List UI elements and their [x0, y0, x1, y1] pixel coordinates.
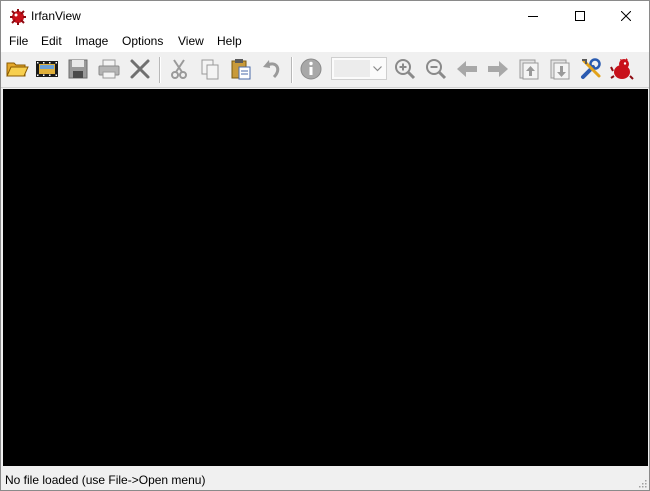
about-button[interactable] — [608, 55, 636, 83]
copy-icon — [201, 59, 219, 80]
zoom-in-icon — [395, 59, 416, 80]
open-folder-icon — [6, 62, 29, 77]
irfanview-window: IrfanView File Edit Image Options View H… — [0, 0, 650, 491]
title-bar[interactable]: IrfanView — [1, 1, 649, 31]
menu-file[interactable]: File — [9, 33, 28, 50]
floppy-disk-icon — [68, 59, 88, 79]
properties-button[interactable] — [577, 55, 605, 83]
toolbar-separator — [291, 57, 293, 83]
minimize-icon — [528, 16, 538, 17]
save-button[interactable] — [64, 55, 92, 83]
menu-edit[interactable]: Edit — [41, 33, 62, 50]
menu-bar: File Edit Image Options View Help — [1, 31, 649, 52]
toolbar — [1, 52, 649, 88]
cut-button[interactable] — [165, 55, 193, 83]
close-icon — [621, 11, 631, 21]
close-button[interactable] — [603, 1, 649, 31]
maximize-icon — [575, 11, 585, 21]
chevron-down-icon — [373, 66, 382, 72]
undo-arrow-icon — [263, 60, 280, 79]
status-text: No file loaded (use File->Open menu) — [5, 473, 206, 487]
menu-view[interactable]: View — [178, 33, 204, 50]
arrow-left-icon — [457, 61, 477, 77]
previous-button[interactable] — [453, 55, 481, 83]
arrow-right-icon — [488, 61, 508, 77]
clipboard-paste-icon — [231, 59, 251, 80]
zoom-out-icon — [426, 59, 447, 80]
printer-icon — [98, 59, 120, 79]
first-file-button[interactable] — [515, 55, 543, 83]
filmstrip-icon — [36, 61, 58, 77]
irfanview-app-icon[interactable] — [9, 8, 27, 26]
status-bar: No file loaded (use File->Open menu) — [1, 467, 649, 490]
info-button[interactable] — [297, 55, 325, 83]
menu-image[interactable]: Image — [75, 33, 108, 50]
delete-x-icon — [130, 59, 150, 79]
toolbar-separator — [159, 57, 161, 83]
open-button[interactable] — [3, 55, 31, 83]
menu-help[interactable]: Help — [217, 33, 242, 50]
last-file-button[interactable] — [546, 55, 574, 83]
info-icon — [300, 58, 322, 80]
resize-grip-icon[interactable] — [637, 478, 647, 488]
zoom-out-button[interactable] — [422, 55, 450, 83]
maximize-button[interactable] — [557, 1, 603, 31]
page-up-icon — [519, 59, 539, 80]
slideshow-button[interactable] — [33, 55, 61, 83]
irfanview-cat-icon — [610, 58, 634, 80]
page-down-icon — [550, 59, 570, 80]
paste-button[interactable] — [227, 55, 255, 83]
scissors-icon — [171, 59, 187, 79]
copy-button[interactable] — [196, 55, 224, 83]
next-button[interactable] — [484, 55, 512, 83]
minimize-button[interactable] — [510, 1, 556, 31]
image-viewport[interactable] — [3, 89, 648, 466]
zoom-combobox[interactable] — [331, 57, 387, 80]
print-button[interactable] — [95, 55, 123, 83]
delete-button[interactable] — [126, 55, 154, 83]
menu-options[interactable]: Options — [122, 33, 163, 50]
tools-icon — [581, 58, 601, 79]
window-title: IrfanView — [31, 9, 81, 23]
undo-button[interactable] — [258, 55, 286, 83]
zoom-in-button[interactable] — [391, 55, 419, 83]
zoom-value-field[interactable] — [334, 60, 370, 77]
